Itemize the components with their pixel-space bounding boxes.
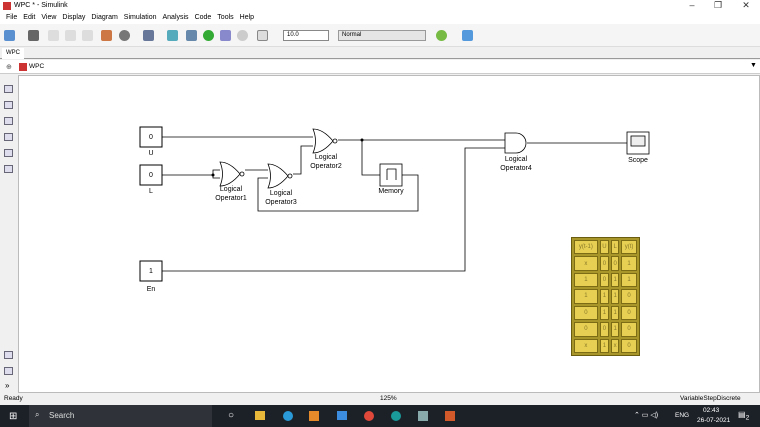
table-cell: x [574, 338, 598, 353]
label-en: En [147, 286, 156, 293]
edge-icon[interactable] [283, 411, 293, 421]
table-cell: 1 [621, 272, 637, 288]
clock-time[interactable]: 02:43 [703, 407, 719, 414]
svg-text:0: 0 [149, 134, 153, 141]
memory-block [379, 163, 403, 187]
tray-icons[interactable]: ⌃ ▭ ◁) [634, 411, 658, 419]
label-u: U [148, 150, 153, 157]
table-cell: 0 [621, 322, 637, 337]
table-row: 1110 [574, 289, 637, 304]
windows-start-icon[interactable]: ⊞ [9, 411, 17, 422]
label-l: L [149, 188, 153, 195]
svg-text:1: 1 [149, 268, 153, 275]
truth-table-annotation: y(t-1) U Ly(t) x 0 0 1 1 0 1 1 1 1 1 0 0 1 1 0 0 0 1 0 x 1 x 0 [571, 237, 640, 356]
table-cell: 1 [599, 289, 610, 304]
svg-text:Memory: Memory [378, 188, 404, 195]
table-row: 1011 [574, 272, 637, 288]
svg-text:Operator3: Operator3 [265, 199, 297, 206]
table-cell: y(t) [621, 240, 637, 255]
svg-text:Operator1: Operator1 [215, 195, 247, 202]
language[interactable]: ENG [675, 412, 689, 419]
table-cell: 0 [621, 289, 637, 304]
solver-status[interactable]: VariableStepDiscrete [680, 395, 741, 402]
table-cell: 1 [621, 256, 637, 271]
taskbar-search[interactable]: ⌕ Search [29, 405, 212, 427]
table-cell: 1 [599, 338, 610, 353]
constant-en[interactable]: 1 [139, 260, 163, 282]
table-cell: x [574, 256, 598, 271]
status-text: Ready [4, 395, 23, 402]
table-cell: 1 [599, 305, 610, 321]
table-row: 0010 [574, 322, 637, 337]
table-row: y(t-1) U Ly(t) [574, 240, 637, 255]
table-cell: 0 [611, 256, 620, 271]
table-cell: 0 [599, 322, 610, 337]
table-row: x001 [574, 256, 637, 271]
block-diagram: 0 U 0 L 1 En Logical Operator1 Logical Ope… [139, 126, 650, 293]
svg-text:Logical: Logical [220, 186, 243, 193]
table-cell: 0 [621, 338, 637, 353]
table-row: 0110 [574, 305, 637, 321]
table-cell: 1 [574, 272, 598, 288]
svg-text:Logical: Logical [315, 154, 338, 161]
clock-date[interactable]: 26-07-2021 [697, 417, 730, 424]
table-cell: 0 [599, 272, 610, 288]
nor-gate-3 [267, 163, 289, 189]
table-cell: 1 [611, 322, 620, 337]
status-bar: Ready 125% VariableStepDiscrete [0, 393, 760, 405]
svg-text:Logical: Logical [270, 190, 293, 197]
table-cell: 0 [599, 256, 610, 271]
table-cell: 0 [574, 322, 598, 337]
table-cell: 1 [611, 305, 620, 321]
table-cell: 1 [611, 272, 620, 288]
svg-text:Operator2: Operator2 [310, 163, 342, 170]
search-placeholder: Search [49, 411, 75, 420]
file-explorer-icon[interactable] [255, 411, 265, 420]
app-icon[interactable] [418, 411, 428, 421]
chrome-icon[interactable] [364, 411, 374, 421]
table-cell: y(t-1) [574, 240, 598, 255]
table-cell: x [611, 338, 620, 353]
svg-text:Operator4: Operator4 [500, 165, 532, 172]
table-cell: 1 [611, 289, 620, 304]
arduino-icon[interactable] [391, 411, 401, 421]
table-cell: 0 [574, 305, 598, 321]
nor-gate-1 [219, 161, 241, 187]
search-icon: ⌕ [35, 410, 40, 419]
table-cell: 1 [574, 289, 598, 304]
zoom-level: 125% [380, 395, 397, 402]
mail-icon[interactable] [337, 411, 347, 420]
media-icon[interactable] [309, 411, 319, 421]
table-cell: U [599, 240, 610, 255]
notification-icon[interactable]: ▤2 [738, 410, 749, 422]
nor-gate-2 [312, 128, 334, 154]
signal-lines [162, 136, 627, 272]
constant-u[interactable]: 0 [139, 126, 163, 148]
svg-text:0: 0 [149, 172, 153, 179]
table-row: x1x0 [574, 338, 637, 353]
matlab-icon[interactable] [445, 411, 455, 421]
svg-text:Scope: Scope [628, 157, 648, 164]
svg-text:Logical: Logical [505, 156, 528, 163]
table-cell: 0 [621, 305, 637, 321]
table-cell: L [611, 240, 620, 255]
task-view-icon[interactable]: ○ [228, 410, 234, 421]
constant-l[interactable]: 0 [139, 164, 163, 186]
and-gate-4 [504, 132, 527, 154]
